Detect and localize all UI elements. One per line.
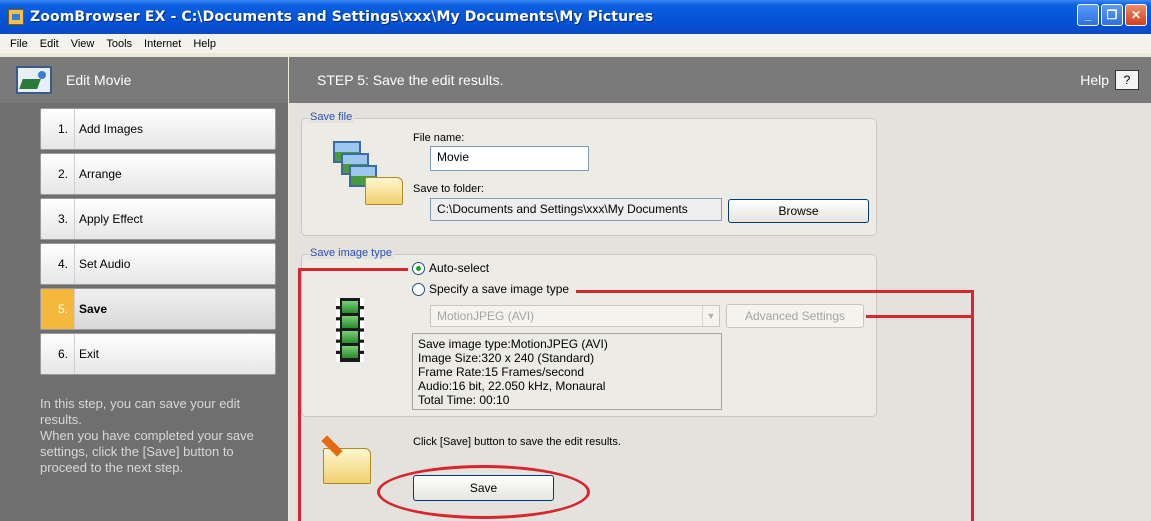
advanced-settings-button[interactable]: Advanced Settings	[726, 304, 864, 328]
save-file-legend: Save file	[308, 111, 355, 123]
minimize-button[interactable]: _	[1077, 4, 1099, 26]
step-number: 5.	[41, 289, 74, 329]
help-button[interactable]: ?	[1115, 70, 1139, 90]
title-bar: ZoomBrowser EX - C:\Documents and Settin…	[0, 0, 1151, 34]
sidebar: Edit Movie 1. Add Images 2. Arrange 3. A…	[0, 57, 288, 521]
annotation-line	[298, 268, 301, 521]
film-icon	[336, 298, 364, 362]
save-folder-field: C:\Documents and Settings\xxx\My Documen…	[430, 198, 722, 221]
step-title: STEP 5: Save the edit results.	[317, 72, 504, 88]
edit-movie-icon	[16, 66, 52, 94]
app-icon[interactable]	[8, 9, 24, 25]
window-title: ZoomBrowser EX - C:\Documents and Settin…	[30, 9, 654, 25]
menu-help[interactable]: Help	[187, 38, 222, 50]
step-label: Arrange	[74, 154, 122, 194]
step-apply-effect[interactable]: 3. Apply Effect	[40, 198, 276, 240]
pictures-folder-icon	[329, 137, 409, 215]
step-number: 6.	[57, 347, 68, 361]
restore-button[interactable]: ❐	[1101, 4, 1123, 26]
specify-type-radio[interactable]: Specify a save image type	[412, 282, 569, 296]
step-label: Apply Effect	[74, 199, 143, 239]
step-exit[interactable]: 6. Exit	[40, 333, 276, 375]
save-button-highlight	[377, 465, 590, 519]
file-name-label: File name:	[413, 132, 465, 144]
help-area: Help ?	[1080, 70, 1139, 90]
image-type-select[interactable]: MotionJPEG (AVI) ▼	[430, 305, 720, 327]
specify-type-label: Specify a save image type	[429, 282, 570, 296]
step-label: Save	[74, 289, 107, 329]
save-folder-label: Save to folder:	[413, 183, 484, 195]
annotation-line	[971, 290, 974, 521]
step-add-images[interactable]: 1. Add Images	[40, 108, 276, 150]
radio-unselected-icon	[412, 282, 425, 296]
menu-bar: File Edit View Tools Internet Help	[0, 34, 1151, 53]
sidebar-title: Edit Movie	[66, 72, 132, 88]
step-label: Exit	[74, 334, 99, 374]
menu-file[interactable]: File	[4, 38, 34, 50]
menu-internet[interactable]: Internet	[138, 38, 187, 50]
step-label: Add Images	[74, 109, 143, 149]
save-image-type-legend: Save image type	[308, 247, 394, 259]
menu-view[interactable]: View	[65, 38, 101, 50]
step-number: 3.	[57, 212, 68, 226]
radio-selected-icon	[412, 261, 425, 275]
annotation-line	[576, 290, 974, 293]
menu-tools[interactable]: Tools	[100, 38, 138, 50]
step-number: 2.	[57, 167, 68, 181]
file-name-input[interactable]: Movie	[430, 146, 589, 171]
step-help-text: In this step, you can save your edit res…	[40, 396, 254, 475]
image-type-info: Save image type:MotionJPEG (AVI) Image S…	[412, 333, 722, 410]
menu-edit[interactable]: Edit	[34, 38, 65, 50]
auto-select-label: Auto-select	[429, 261, 490, 275]
step-number: 4.	[57, 257, 68, 271]
step-save[interactable]: 5. Save	[40, 288, 276, 330]
save-instruction: Click [Save] button to save the edit res…	[413, 436, 621, 448]
step-set-audio[interactable]: 4. Set Audio	[40, 243, 276, 285]
help-label: Help	[1080, 72, 1109, 88]
browse-button[interactable]: Browse	[728, 199, 869, 223]
main-panel: STEP 5: Save the edit results. Help ? Sa…	[289, 57, 1151, 521]
annotation-line	[866, 315, 974, 318]
step-arrange[interactable]: 2. Arrange	[40, 153, 276, 195]
chevron-down-icon: ▼	[702, 306, 719, 326]
sidebar-header: Edit Movie	[0, 57, 288, 103]
step-number: 1.	[57, 122, 68, 136]
annotation-line	[298, 268, 408, 271]
step-header: STEP 5: Save the edit results. Help ?	[289, 57, 1151, 103]
save-folder-icon	[317, 432, 377, 488]
auto-select-radio[interactable]: Auto-select	[412, 261, 489, 275]
image-type-value: MotionJPEG (AVI)	[437, 309, 535, 323]
window-controls: _ ❐ ✕	[1077, 4, 1147, 26]
close-button[interactable]: ✕	[1125, 4, 1147, 26]
step-label: Set Audio	[74, 244, 130, 284]
